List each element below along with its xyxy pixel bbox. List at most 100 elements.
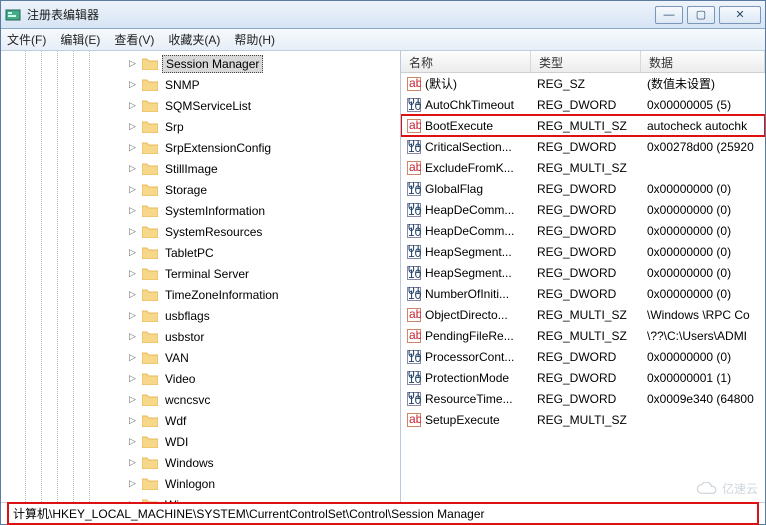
menu-help[interactable]: 帮助(H)	[234, 31, 275, 48]
tree-item[interactable]: ▷ TimeZoneInformation	[19, 284, 400, 305]
value-row[interactable]: 011100ResourceTime...REG_DWORD0x0009e340…	[401, 388, 765, 409]
values-list[interactable]: ab(默认)REG_SZ(数值未设置)011100AutoChkTimeoutR…	[401, 73, 765, 502]
tree-item[interactable]: ▷StillImage	[19, 158, 400, 179]
menu-view[interactable]: 查看(V)	[114, 31, 154, 48]
value-row[interactable]: 011100HeapDeComm...REG_DWORD0x00000000 (…	[401, 220, 765, 241]
expand-icon[interactable]: ▷	[127, 352, 138, 363]
value-name-cell: 011100HeapSegment...	[401, 266, 531, 280]
tree-item[interactable]: ▷Windows	[19, 452, 400, 473]
tree-item[interactable]: ▷usbflags	[19, 305, 400, 326]
tree-item[interactable]: ▷Winresume	[19, 494, 400, 502]
expand-icon[interactable]: ▷	[127, 394, 138, 405]
expand-icon[interactable]: ▷	[127, 100, 138, 111]
expand-icon[interactable]: ▷	[127, 415, 138, 426]
tree-item[interactable]: ▷SrpExtensionConfig	[19, 137, 400, 158]
tree-item[interactable]: ▷Terminal Server	[19, 263, 400, 284]
tree-item[interactable]: ▷VAN	[19, 347, 400, 368]
tree-item-label: SystemResources	[162, 224, 265, 240]
svg-text:ab: ab	[409, 308, 421, 321]
value-row[interactable]: abObjectDirecto...REG_MULTI_SZ\Windows \…	[401, 304, 765, 325]
tree-item[interactable]: ▷usbstor	[19, 326, 400, 347]
expand-icon[interactable]: ▷	[127, 436, 138, 447]
value-data: 0x00000000 (0)	[641, 350, 765, 364]
value-name: PendingFileRe...	[425, 329, 514, 343]
expand-icon[interactable]: ▷	[127, 268, 138, 279]
expand-icon[interactable]: ▷	[127, 184, 138, 195]
tree-item[interactable]: ▷Wdf	[19, 410, 400, 431]
expand-icon[interactable]: ▷	[127, 121, 138, 132]
value-type: REG_DWORD	[531, 266, 641, 280]
value-data: 0x0009e340 (64800	[641, 392, 765, 406]
value-data: 0x00000000 (0)	[641, 182, 765, 196]
tree-item[interactable]: ▷ SystemInformation	[19, 200, 400, 221]
value-name-cell: abBootExecute	[401, 119, 531, 133]
column-header-name[interactable]: 名称	[401, 51, 531, 72]
value-row[interactable]: 011100ProtectionModeREG_DWORD0x00000001 …	[401, 367, 765, 388]
value-type: REG_MULTI_SZ	[531, 161, 641, 175]
tree-item[interactable]: ▷Session Manager	[19, 53, 400, 74]
svg-text:100: 100	[408, 99, 421, 112]
column-header-data[interactable]: 数据	[641, 51, 765, 72]
close-button[interactable]: ✕	[719, 6, 761, 24]
value-row[interactable]: ab(默认)REG_SZ(数值未设置)	[401, 73, 765, 94]
value-type: REG_DWORD	[531, 350, 641, 364]
expand-icon[interactable]: ▷	[127, 310, 138, 321]
value-row[interactable]: abExcludeFromK...REG_MULTI_SZ	[401, 157, 765, 178]
tree-pane[interactable]: ▷Session Manager▷SNMP▷SQMServiceList▷Srp…	[1, 51, 401, 502]
expand-icon[interactable]: ▷	[127, 499, 138, 502]
expand-icon[interactable]: ▷	[127, 331, 138, 342]
value-row[interactable]: abPendingFileRe...REG_MULTI_SZ\??\C:\Use…	[401, 325, 765, 346]
value-row[interactable]: 011100NumberOfIniti...REG_DWORD0x0000000…	[401, 283, 765, 304]
svg-text:ab: ab	[409, 413, 421, 426]
tree-item[interactable]: ▷Video	[19, 368, 400, 389]
value-row[interactable]: abBootExecuteREG_MULTI_SZautocheck autoc…	[401, 115, 765, 136]
expand-icon[interactable]: ▷	[127, 457, 138, 468]
value-row[interactable]: 011100ProcessorCont...REG_DWORD0x0000000…	[401, 346, 765, 367]
values-pane: 名称 类型 数据 ab(默认)REG_SZ(数值未设置)011100AutoCh…	[401, 51, 765, 502]
menu-favorites[interactable]: 收藏夹(A)	[168, 31, 220, 48]
tree-item[interactable]: ▷WDI	[19, 431, 400, 452]
titlebar[interactable]: 注册表编辑器 — ▢ ✕	[1, 1, 765, 29]
tree-item[interactable]: ▷ Storage	[19, 179, 400, 200]
expand-icon[interactable]: ▷	[127, 79, 138, 90]
menu-file[interactable]: 文件(F)	[7, 31, 46, 48]
value-row[interactable]: abSetupExecuteREG_MULTI_SZ	[401, 409, 765, 430]
value-row[interactable]: 011100GlobalFlagREG_DWORD0x00000000 (0)	[401, 178, 765, 199]
expand-icon[interactable]: ▷	[127, 58, 138, 69]
expand-icon[interactable]: ▷	[127, 163, 138, 174]
expand-icon[interactable]: ▷	[127, 373, 138, 384]
tree-item-label: TimeZoneInformation	[162, 287, 282, 303]
column-header-type[interactable]: 类型	[531, 51, 641, 72]
expand-icon[interactable]: ▷	[127, 205, 138, 216]
expand-icon[interactable]: ▷	[127, 142, 138, 153]
value-data: 0x00000005 (5)	[641, 98, 765, 112]
value-type: REG_DWORD	[531, 182, 641, 196]
expand-icon[interactable]: ▷	[127, 478, 138, 489]
tree-item[interactable]: ▷SNMP	[19, 74, 400, 95]
tree-item[interactable]: ▷Winlogon	[19, 473, 400, 494]
value-name: NumberOfIniti...	[425, 287, 509, 301]
value-row[interactable]: 011100AutoChkTimeoutREG_DWORD0x00000005 …	[401, 94, 765, 115]
value-row[interactable]: 011100HeapSegment...REG_DWORD0x00000000 …	[401, 262, 765, 283]
tree-item-label: Storage	[162, 182, 210, 198]
value-row[interactable]: 011100CriticalSection...REG_DWORD0x00278…	[401, 136, 765, 157]
tree-item[interactable]: ▷ SystemResources	[19, 221, 400, 242]
tree-item[interactable]: ▷Srp	[19, 116, 400, 137]
menu-edit[interactable]: 编辑(E)	[60, 31, 100, 48]
minimize-button[interactable]: —	[655, 6, 683, 24]
tree-item[interactable]: ▷TabletPC	[19, 242, 400, 263]
svg-text:100: 100	[408, 372, 421, 385]
tree-item[interactable]: ▷wcncsvc	[19, 389, 400, 410]
maximize-button[interactable]: ▢	[687, 6, 715, 24]
expand-icon[interactable]: ▷	[127, 226, 138, 237]
expand-icon[interactable]: ▷	[127, 289, 138, 300]
value-row[interactable]: 011100HeapSegment...REG_DWORD0x00000000 …	[401, 241, 765, 262]
tree-item-label: SystemInformation	[162, 203, 268, 219]
value-name: HeapDeComm...	[425, 203, 514, 217]
expand-icon[interactable]: ▷	[127, 247, 138, 258]
tree-item[interactable]: ▷SQMServiceList	[19, 95, 400, 116]
value-row[interactable]: 011100HeapDeComm...REG_DWORD0x00000000 (…	[401, 199, 765, 220]
value-type: REG_SZ	[531, 77, 641, 91]
value-name-cell: 011100ProtectionMode	[401, 371, 531, 385]
value-name-cell: 011100HeapDeComm...	[401, 203, 531, 217]
